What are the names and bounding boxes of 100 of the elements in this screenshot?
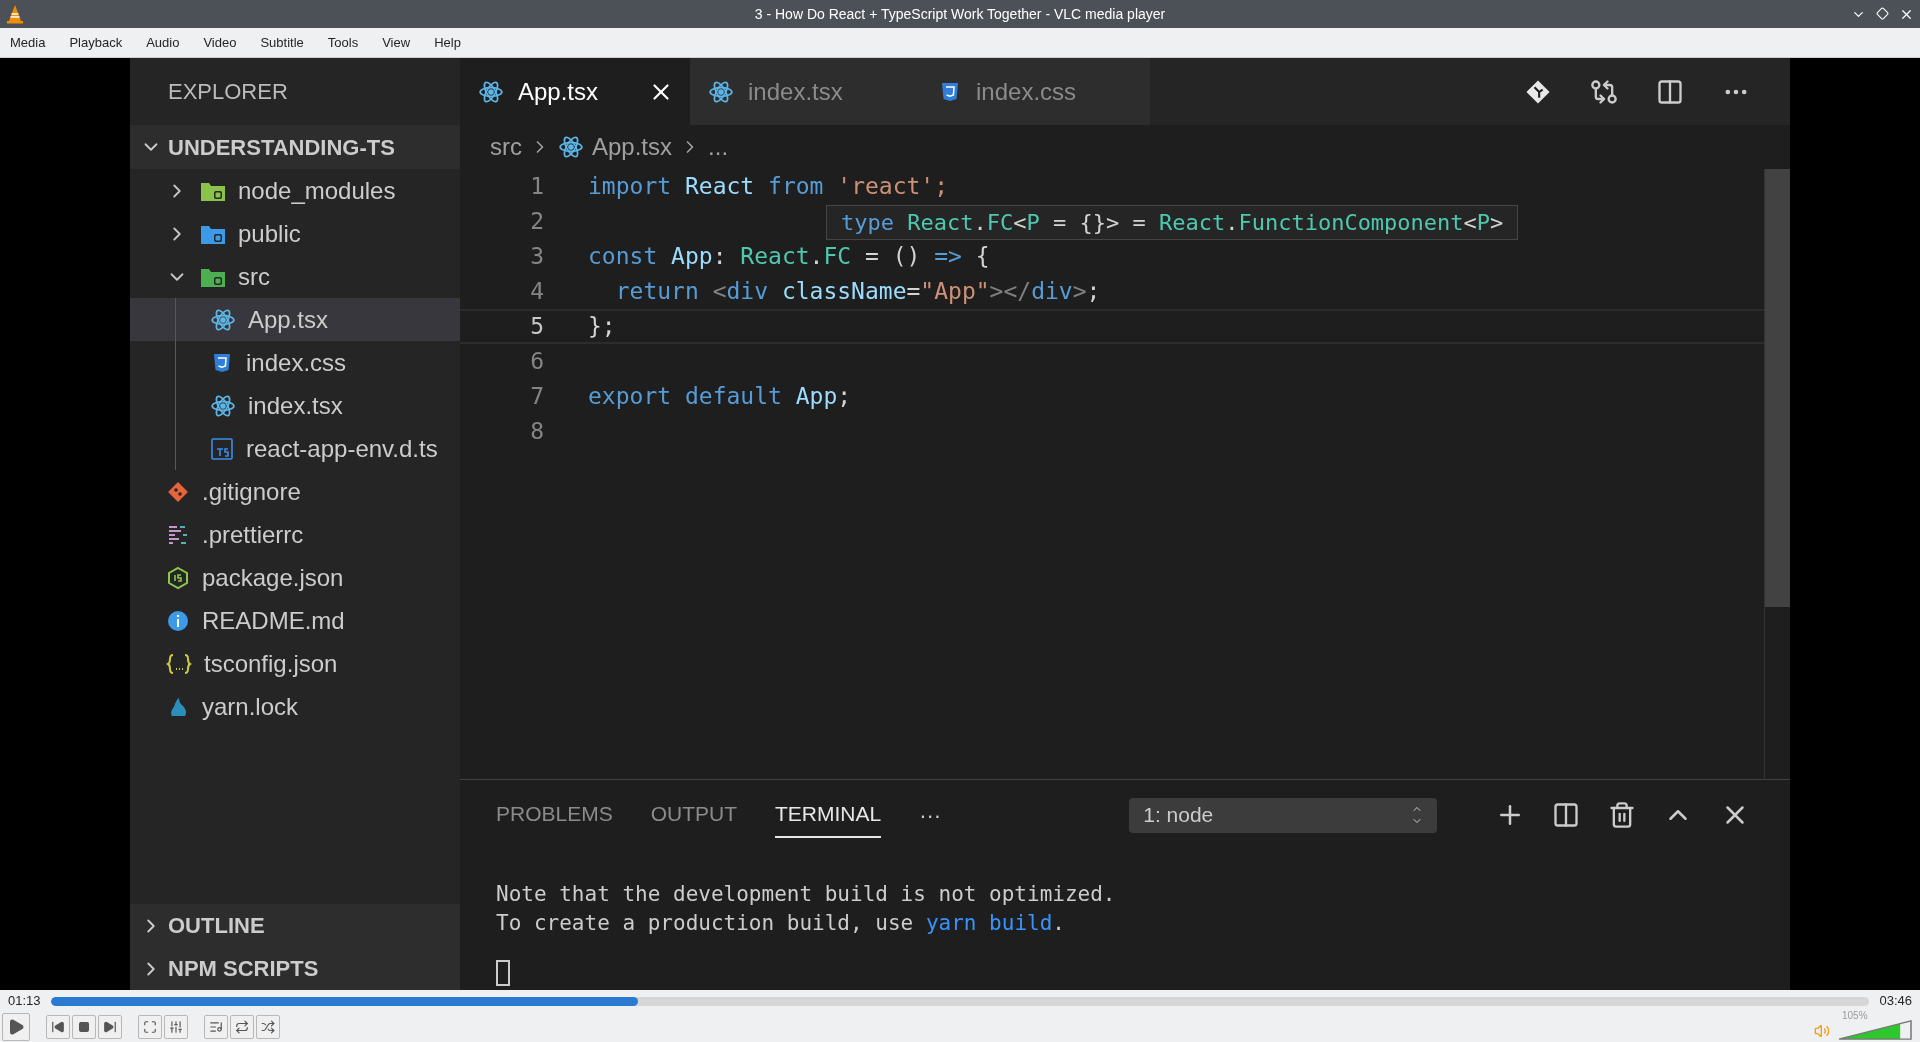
previous-icon bbox=[51, 1020, 65, 1034]
tree-item[interactable]: yarn.lock bbox=[130, 685, 460, 728]
stop-icon bbox=[78, 1021, 90, 1033]
next-icon bbox=[103, 1020, 117, 1034]
menu-item[interactable]: Tools bbox=[319, 32, 367, 53]
next-button[interactable] bbox=[98, 1015, 122, 1039]
terminal-select[interactable]: 1: node bbox=[1129, 797, 1438, 833]
section-header[interactable]: OUTLINE bbox=[130, 904, 460, 947]
fullscreen-icon bbox=[143, 1020, 157, 1034]
menu-item[interactable]: Playback bbox=[61, 32, 131, 53]
section-label: OUTLINE bbox=[168, 912, 265, 940]
atom-icon bbox=[558, 134, 584, 160]
tree-item-label: package.json bbox=[202, 562, 344, 593]
terminal-line: To create a production build, use yarn build. bbox=[496, 910, 1066, 937]
playlist-button[interactable] bbox=[204, 1015, 228, 1039]
maximize-icon[interactable] bbox=[1876, 6, 1889, 20]
menu-item[interactable]: View bbox=[374, 32, 419, 53]
code-line: const App: React.FC = () => { bbox=[588, 242, 990, 272]
explorer-title: EXPLORER bbox=[168, 78, 288, 106]
tree-item-label: react-app-env.d.ts bbox=[246, 433, 438, 464]
breadcrumb-item[interactable]: App.tsx bbox=[592, 129, 673, 165]
breadcrumb-item[interactable]: src bbox=[490, 129, 522, 165]
play-button[interactable] bbox=[2, 1013, 30, 1041]
workspace-header[interactable]: UNDERSTANDING-TS bbox=[130, 125, 460, 169]
atom-icon bbox=[210, 306, 236, 333]
stop-button[interactable] bbox=[72, 1015, 96, 1039]
menu-item[interactable]: Audio bbox=[138, 32, 188, 53]
seek-bar[interactable] bbox=[50, 996, 1870, 1006]
volume-reading: 105% bbox=[1842, 1009, 1868, 1023]
section-label: NPM SCRIPTS bbox=[168, 955, 319, 983]
panel-tab[interactable]: TERMINAL bbox=[775, 792, 882, 838]
tree-item[interactable]: .prettierrc bbox=[130, 513, 460, 556]
elapsed-time: 01:13 bbox=[8, 992, 41, 1011]
window-title: 3 - How Do React + TypeScript Work Together - VLC media player bbox=[754, 4, 1166, 24]
playlist-icon bbox=[209, 1020, 223, 1034]
shuffle-button[interactable] bbox=[256, 1015, 280, 1039]
menu-item[interactable]: Help bbox=[426, 32, 469, 53]
split-terminal-icon[interactable] bbox=[1552, 801, 1581, 829]
volume-slider[interactable] bbox=[1838, 1020, 1912, 1040]
shuffle-icon bbox=[261, 1020, 275, 1034]
menu-item[interactable]: Media bbox=[2, 32, 54, 53]
tree-item-label: .prettierrc bbox=[202, 519, 304, 550]
line-number: 1 bbox=[529, 172, 544, 202]
editor-tab[interactable]: index.css bbox=[920, 58, 1150, 125]
tree-item-label: node_modules bbox=[238, 175, 396, 206]
total-time: 03:46 bbox=[1879, 992, 1912, 1011]
tree-item[interactable]: src bbox=[130, 255, 460, 298]
terminal-cursor bbox=[496, 960, 510, 986]
menu-item[interactable]: Subtitle bbox=[252, 32, 312, 53]
line-number: 6 bbox=[529, 347, 544, 377]
trash-icon[interactable] bbox=[1607, 801, 1636, 829]
line-number: 3 bbox=[529, 242, 544, 272]
panel-tab[interactable]: OUTPUT bbox=[650, 792, 738, 838]
panel-tab[interactable]: PROBLEMS bbox=[496, 792, 613, 838]
tree-item[interactable]: tsconfig.json bbox=[130, 642, 460, 685]
hexagon-icon bbox=[166, 565, 190, 590]
loop-button[interactable] bbox=[230, 1015, 254, 1039]
tree-item[interactable]: README.md bbox=[130, 599, 460, 642]
tree-item-label: index.tsx bbox=[248, 390, 343, 421]
line-number: 5 bbox=[529, 312, 544, 342]
line-number: 7 bbox=[529, 382, 544, 412]
code-line: export default App; bbox=[588, 382, 852, 412]
tree-item-label: README.md bbox=[202, 605, 345, 636]
breadcrumb-item[interactable]: ... bbox=[708, 129, 729, 165]
tree-item[interactable]: .gitignore bbox=[130, 470, 460, 513]
tree-item-label: yarn.lock bbox=[202, 691, 299, 722]
line-number: 4 bbox=[529, 277, 544, 307]
info-icon bbox=[166, 608, 190, 633]
tree-item[interactable]: package.json bbox=[130, 556, 460, 599]
fullscreen-button[interactable] bbox=[138, 1015, 162, 1039]
workspace-label: UNDERSTANDING-TS bbox=[168, 133, 395, 162]
sliders-icon bbox=[169, 1020, 183, 1034]
previous-button[interactable] bbox=[46, 1015, 70, 1039]
tree-item-label: public bbox=[238, 218, 301, 249]
section-header[interactable]: NPM SCRIPTS bbox=[130, 947, 460, 990]
code-line: }; bbox=[588, 312, 616, 342]
compare-icon[interactable] bbox=[1590, 77, 1618, 106]
atom-icon bbox=[210, 392, 236, 419]
editor-tab[interactable]: App.tsx bbox=[460, 58, 690, 125]
tree-item-label: src bbox=[238, 261, 270, 292]
tree-item[interactable]: node_modules bbox=[130, 169, 460, 212]
hover-tooltip: type React.FC<P = {}> = React.FunctionComponent<P> bbox=[826, 205, 1519, 240]
tree-item[interactable]: index.css bbox=[130, 341, 460, 384]
line-number: 8 bbox=[529, 417, 544, 447]
tree-item[interactable]: react-app-env.d.ts bbox=[130, 427, 460, 470]
scrollbar-thumb[interactable] bbox=[1765, 169, 1790, 607]
code-line: import React from 'react'; bbox=[588, 172, 949, 202]
menu-item[interactable]: Video bbox=[195, 32, 245, 53]
split-editor-icon[interactable] bbox=[1656, 77, 1684, 106]
atom-icon bbox=[708, 78, 734, 105]
ts-file-icon bbox=[210, 436, 234, 461]
tree-item[interactable]: public bbox=[130, 212, 460, 255]
more-tabs[interactable]: ··· bbox=[919, 798, 942, 832]
effects-button[interactable] bbox=[164, 1015, 188, 1039]
tree-item[interactable]: App.tsx bbox=[130, 298, 460, 341]
terminal-line: Note that the development build is not optimized. bbox=[496, 881, 1117, 908]
tree-item[interactable]: index.tsx bbox=[130, 384, 460, 427]
code-line: return <div className="App"></div>; bbox=[614, 277, 1101, 307]
braces-icon bbox=[166, 651, 192, 676]
editor-tab[interactable]: index.tsx bbox=[690, 58, 920, 125]
